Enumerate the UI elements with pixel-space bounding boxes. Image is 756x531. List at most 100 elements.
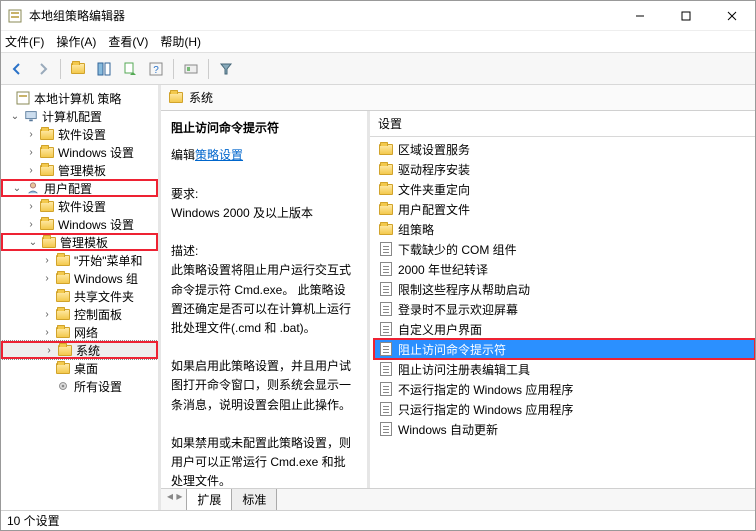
expand-icon[interactable]: › bbox=[41, 309, 53, 320]
policy-doc-icon bbox=[378, 381, 394, 397]
content-pane: 系统 阻止访问命令提示符 编辑策略设置 要求: Windows 2000 及以上… bbox=[161, 85, 755, 510]
tree-pane[interactable]: 本地计算机 策略 ⌄ 计算机配置 ›软件设置 › Windows 设置 ›管理模板… bbox=[1, 85, 161, 510]
tree-user-config[interactable]: ⌄ 用户配置 bbox=[1, 179, 158, 197]
tree-item[interactable]: ›Windows 设置 bbox=[1, 215, 158, 233]
tree-all-settings[interactable]: 所有设置 bbox=[1, 377, 158, 395]
refresh-button[interactable]: ? bbox=[144, 57, 168, 81]
close-button[interactable] bbox=[709, 1, 755, 31]
tree-system[interactable]: ›系统 bbox=[1, 341, 158, 359]
menu-file[interactable]: 文件(F) bbox=[5, 33, 44, 50]
list-row[interactable]: 限制这些程序从帮助启动 bbox=[374, 279, 755, 299]
collapse-icon[interactable]: ⌄ bbox=[27, 237, 39, 248]
breadcrumb-title: 系统 bbox=[189, 89, 213, 106]
list-row[interactable]: 自定义用户界面 bbox=[374, 319, 755, 339]
list-row[interactable]: 只运行指定的 Windows 应用程序 bbox=[374, 399, 755, 419]
policy-doc-icon bbox=[378, 241, 394, 257]
toolbar: ? bbox=[1, 53, 755, 85]
expand-icon[interactable]: › bbox=[41, 273, 53, 284]
collapse-icon[interactable]: ⌄ bbox=[11, 183, 23, 194]
tree-label: 控制面板 bbox=[74, 306, 122, 323]
edit-line: 编辑策略设置 bbox=[171, 146, 357, 165]
menu-action[interactable]: 操作(A) bbox=[56, 33, 96, 50]
properties-button[interactable] bbox=[179, 57, 203, 81]
list-row-label: 阻止访问注册表编辑工具 bbox=[398, 361, 530, 378]
tree-item[interactable]: ›网络 bbox=[1, 323, 158, 341]
tree-admin-templates[interactable]: ⌄管理模板 bbox=[1, 233, 158, 251]
tree-item[interactable]: ›管理模板 bbox=[1, 161, 158, 179]
list-row[interactable]: 组策略 bbox=[374, 219, 755, 239]
list-row-label: 下载缺少的 COM 组件 bbox=[398, 241, 517, 258]
list-row[interactable]: 不运行指定的 Windows 应用程序 bbox=[374, 379, 755, 399]
minimize-button[interactable] bbox=[617, 1, 663, 31]
list-row[interactable]: 文件夹重定向 bbox=[374, 179, 755, 199]
list-row[interactable]: 区域设置服务 bbox=[374, 139, 755, 159]
tree-root[interactable]: 本地计算机 策略 bbox=[1, 89, 158, 107]
tree-label: Windows 设置 bbox=[58, 144, 134, 161]
tab-standard[interactable]: 标准 bbox=[231, 489, 277, 510]
folder-icon bbox=[378, 181, 394, 197]
tree-computer-config[interactable]: ⌄ 计算机配置 bbox=[1, 107, 158, 125]
expand-icon[interactable]: › bbox=[25, 219, 37, 230]
list-row[interactable]: 登录时不显示欢迎屏幕 bbox=[374, 299, 755, 319]
list-row-label: 自定义用户界面 bbox=[398, 321, 482, 338]
up-button[interactable] bbox=[66, 57, 90, 81]
computer-icon bbox=[23, 108, 39, 124]
tab-extended[interactable]: 扩展 bbox=[186, 489, 232, 510]
list-row[interactable]: 阻止访问注册表编辑工具 bbox=[374, 359, 755, 379]
tree-item[interactable]: › Windows 组 bbox=[1, 269, 158, 287]
expand-icon[interactable]: › bbox=[41, 327, 53, 338]
folder-icon bbox=[378, 161, 394, 177]
tree-item[interactable]: ›"开始"菜单和 bbox=[1, 251, 158, 269]
expand-icon[interactable]: › bbox=[25, 165, 37, 176]
policy-doc-icon bbox=[378, 321, 394, 337]
expand-icon[interactable]: › bbox=[25, 129, 37, 140]
folder-icon bbox=[39, 144, 55, 160]
list-row[interactable]: 驱动程序安装 bbox=[374, 159, 755, 179]
toolbar-sep bbox=[60, 59, 61, 79]
expand-icon[interactable]: › bbox=[41, 255, 53, 266]
show-hide-tree-button[interactable] bbox=[92, 57, 116, 81]
window-controls bbox=[617, 1, 755, 31]
list-row-label: 不运行指定的 Windows 应用程序 bbox=[398, 381, 573, 398]
policy-heading: 阻止访问命令提示符 bbox=[171, 119, 357, 138]
tree-label: 计算机配置 bbox=[42, 108, 102, 125]
list-row[interactable]: Windows 自动更新 bbox=[374, 419, 755, 439]
list-row-label: 组策略 bbox=[398, 221, 434, 238]
tree-item[interactable]: ›软件设置 bbox=[1, 197, 158, 215]
policy-doc-icon bbox=[378, 281, 394, 297]
tree-label: 桌面 bbox=[74, 360, 98, 377]
list-row[interactable]: 下载缺少的 COM 组件 bbox=[374, 239, 755, 259]
back-button[interactable] bbox=[5, 57, 29, 81]
list-row[interactable]: 阻止访问命令提示符 bbox=[374, 339, 755, 359]
breadcrumb: 系统 bbox=[161, 85, 755, 111]
tree-item[interactable]: › Windows 设置 bbox=[1, 143, 158, 161]
policy-doc-icon bbox=[378, 401, 394, 417]
list-row[interactable]: 2000 年世纪转译 bbox=[374, 259, 755, 279]
export-button[interactable] bbox=[118, 57, 142, 81]
filter-button[interactable] bbox=[214, 57, 238, 81]
desc-p2: 如果启用此策略设置，并且用户试图打开命令窗口，则系统会显示一条消息，说明设置会阻… bbox=[171, 357, 357, 415]
collapse-icon[interactable]: ⌄ bbox=[9, 111, 21, 122]
expand-icon[interactable]: › bbox=[25, 147, 37, 158]
list-row-label: 限制这些程序从帮助启动 bbox=[398, 281, 530, 298]
tree-label: 用户配置 bbox=[44, 180, 92, 197]
tree-label: Windows 组 bbox=[74, 270, 138, 287]
expand-icon[interactable]: › bbox=[43, 345, 55, 356]
tree-item[interactable]: 桌面 bbox=[1, 359, 158, 377]
forward-button[interactable] bbox=[31, 57, 55, 81]
list-row[interactable]: 用户配置文件 bbox=[374, 199, 755, 219]
tree-item[interactable]: 共享文件夹 bbox=[1, 287, 158, 305]
tree-item[interactable]: › 控制面板 bbox=[1, 305, 158, 323]
tree-item[interactable]: ›软件设置 bbox=[1, 125, 158, 143]
window-title: 本地组策略编辑器 bbox=[29, 7, 617, 24]
edit-policy-link[interactable]: 策略设置 bbox=[195, 148, 243, 162]
menu-view[interactable]: 查看(V) bbox=[108, 33, 148, 50]
expand-icon[interactable]: › bbox=[25, 201, 37, 212]
toolbar-sep bbox=[208, 59, 209, 79]
req-value: Windows 2000 及以上版本 bbox=[171, 204, 357, 223]
folder-icon bbox=[55, 270, 71, 286]
maximize-button[interactable] bbox=[663, 1, 709, 31]
menu-help[interactable]: 帮助(H) bbox=[160, 33, 201, 50]
settings-list[interactable]: 设置 区域设置服务驱动程序安装文件夹重定向用户配置文件组策略下载缺少的 COM … bbox=[367, 111, 755, 488]
list-header[interactable]: 设置 bbox=[370, 111, 755, 137]
